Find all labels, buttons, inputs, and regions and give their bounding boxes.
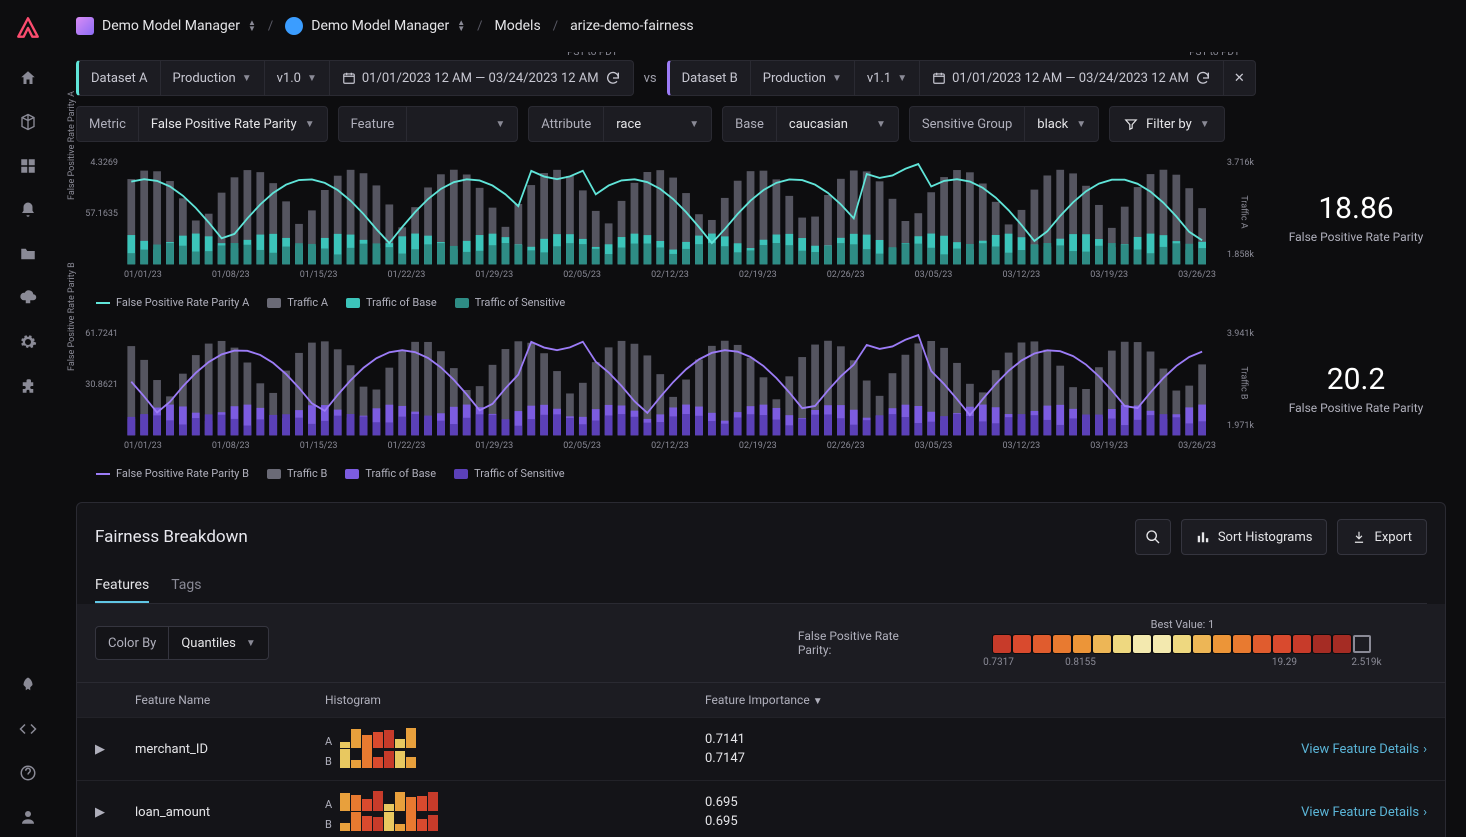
chart-a-legend: False Positive Rate Parity A Traffic A T… [76, 292, 1446, 313]
dataset-b-version[interactable]: v1.1▼ [855, 61, 920, 95]
chart-a[interactable]: False Positive Rate Parity A 4.326957.16… [76, 152, 1254, 282]
breadcrumb-model: arize-demo-fairness [570, 18, 694, 34]
dataset-a-daterange[interactable]: 01/01/2023 12 AM — 03/24/2023 12 AM [330, 61, 633, 95]
card-title: Fairness Breakdown [95, 527, 1125, 547]
home-icon[interactable] [8, 58, 48, 98]
search-icon [1145, 529, 1161, 545]
vs-label: vs [644, 71, 657, 86]
chart-b-legend: False Positive Rate Parity B Traffic B T… [76, 463, 1446, 484]
cube-icon[interactable] [8, 102, 48, 142]
user-icon[interactable] [8, 797, 48, 837]
metric-select[interactable]: Metric False Positive Rate Parity▼ [76, 106, 328, 142]
tab-tags[interactable]: Tags [171, 569, 201, 603]
org-icon [76, 17, 94, 35]
rocket-icon[interactable] [8, 665, 48, 705]
dataset-b-env[interactable]: Production▼ [751, 61, 855, 95]
gear-icon[interactable] [8, 322, 48, 362]
expand-icon[interactable]: ▶ [95, 742, 105, 757]
color-scale: Best Value: 1 0.7317 0.8155 19.29 2.519k [938, 618, 1427, 668]
bars-icon [1196, 530, 1210, 544]
feature-select[interactable]: Feature ▼ [338, 106, 519, 142]
dataset-b-label: Dataset B [670, 61, 751, 95]
sort-histograms-button[interactable]: Sort Histograms [1181, 519, 1328, 555]
feature-importance: 0.6950.695 [705, 795, 1005, 829]
base-select[interactable]: Base caucasian▼ [722, 106, 899, 142]
cloud-upload-icon[interactable] [8, 278, 48, 318]
folder-icon[interactable] [8, 234, 48, 274]
dataset-a-label: Dataset A [79, 61, 161, 95]
sidebar [0, 0, 56, 837]
chevron-updown-icon[interactable]: ▲▼ [248, 20, 256, 32]
puzzle-icon[interactable] [8, 366, 48, 406]
chart-b[interactable]: False Positive Rate Parity B 61.724130.8… [76, 323, 1254, 453]
help-icon[interactable] [8, 753, 48, 793]
view-feature-details-link[interactable]: View Feature Details › [1005, 742, 1427, 757]
expand-icon[interactable]: ▶ [95, 805, 105, 820]
calendar-icon [932, 71, 946, 85]
export-button[interactable]: Export [1337, 519, 1427, 555]
download-icon [1352, 530, 1366, 544]
view-feature-details-link[interactable]: View Feature Details › [1005, 805, 1427, 820]
sort-desc-icon[interactable]: ▼ [813, 696, 823, 707]
dataset-a-version[interactable]: v1.0▼ [265, 61, 330, 95]
space-icon [285, 17, 303, 35]
chevron-updown-icon[interactable]: ▲▼ [457, 20, 465, 32]
breadcrumb-models[interactable]: Models [495, 18, 541, 34]
filter-icon [1124, 117, 1138, 131]
dataset-b-daterange[interactable]: 01/01/2023 12 AM — 03/24/2023 12 AM [920, 61, 1224, 95]
timezone-note: PST to PDT [1185, 52, 1244, 58]
fairness-breakdown-card: Fairness Breakdown Sort Histograms Expor… [76, 502, 1446, 837]
filter-button[interactable]: Filter by▼ [1109, 106, 1225, 142]
breadcrumb-space[interactable]: Demo Model Manager ▲▼ [285, 17, 465, 35]
calendar-icon [342, 71, 356, 85]
attribute-select[interactable]: Attribute race▼ [528, 106, 712, 142]
dataset-b-remove[interactable]: ✕ [1224, 61, 1255, 95]
dataset-a-selector: Dataset A Production▼ v1.0▼ 01/01/2023 1… [76, 60, 634, 96]
search-button[interactable] [1135, 519, 1171, 555]
dataset-b-selector: Dataset B Production▼ v1.1▼ 01/01/2023 1… [667, 60, 1256, 96]
refresh-icon[interactable] [1195, 70, 1211, 86]
bell-icon[interactable] [8, 190, 48, 230]
dashboard-icon[interactable] [8, 146, 48, 186]
table-row: ▶loan_amountAB0.6950.695View Feature Det… [77, 780, 1445, 837]
color-by-select[interactable]: Color By Quantiles▼ [95, 626, 269, 660]
chart-b-summary: 20.2 False Positive Rate Parity [1266, 323, 1446, 453]
code-icon[interactable] [8, 709, 48, 749]
timezone-note: PST to PDT [563, 52, 622, 58]
breadcrumb-org[interactable]: Demo Model Manager ▲▼ [76, 17, 256, 35]
table-row: ▶merchant_IDAB0.71410.7147View Feature D… [77, 717, 1445, 780]
tab-features[interactable]: Features [95, 569, 149, 603]
sensitive-group-select[interactable]: Sensitive Group black▼ [909, 106, 1099, 142]
chart-a-summary: 18.86 False Positive Rate Parity [1266, 152, 1446, 282]
dataset-a-env[interactable]: Production▼ [161, 61, 265, 95]
table-header: Feature Name Histogram Feature Importanc… [77, 682, 1445, 717]
feature-name: loan_amount [135, 805, 325, 820]
logo-icon[interactable] [12, 12, 44, 44]
refresh-icon[interactable] [605, 70, 621, 86]
breadcrumb: Demo Model Manager ▲▼ / Demo Model Manag… [56, 0, 1466, 52]
feature-importance: 0.71410.7147 [705, 732, 1005, 766]
feature-name: merchant_ID [135, 742, 325, 757]
